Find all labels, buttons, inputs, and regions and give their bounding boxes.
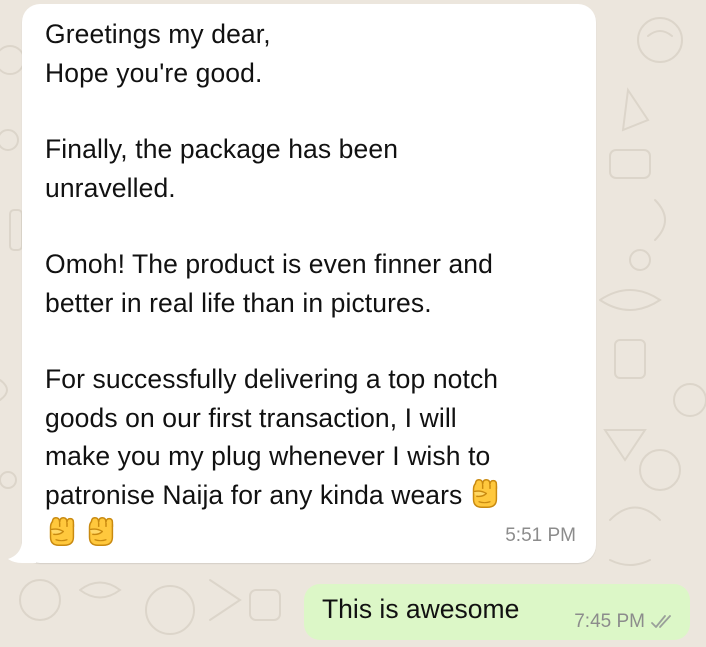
raised-fist-icon bbox=[473, 478, 498, 508]
message-line-with-emoji: patronise Naija for any kinda wears bbox=[45, 476, 575, 515]
outgoing-message-bubble[interactable]: This is awesome 7:45 PM bbox=[304, 584, 690, 640]
outgoing-message-meta: 7:45 PM bbox=[574, 611, 676, 633]
message-line: make you my plug whenever I wish to bbox=[45, 441, 491, 471]
chat-screen: { "chat": { "incoming": { "paragraphs": … bbox=[0, 0, 706, 647]
incoming-message-bubble[interactable]: Greetings my dear, Hope you're good. Fin… bbox=[8, 4, 596, 563]
message-line: Omoh! The product is even finner and bbox=[45, 249, 493, 279]
raised-fist-icon bbox=[88, 517, 114, 546]
double-check-icon bbox=[651, 615, 671, 628]
bubble-tail-icon bbox=[8, 543, 36, 563]
message-line: goods on our first transaction, I will bbox=[45, 402, 457, 433]
message-line: Finally, the package has been bbox=[45, 134, 399, 164]
message-timestamp: 7:45 PM bbox=[574, 611, 645, 632]
incoming-message-text: Greetings my dear, Hope you're good. Fin… bbox=[45, 15, 575, 552]
message-line: For successfully delivering a top notch bbox=[45, 364, 499, 394]
message-timestamp: 5:51 PM bbox=[505, 525, 576, 546]
message-line: Greetings my dear, bbox=[45, 19, 271, 49]
message-line: unravelled. bbox=[45, 172, 176, 203]
raised-fist-icon bbox=[49, 517, 75, 546]
message-paragraph-1: Greetings my dear, Hope you're good. bbox=[45, 15, 575, 92]
message-paragraph-3: Omoh! The product is even finner and bet… bbox=[45, 245, 575, 322]
message-line: better in real life than in pictures. bbox=[45, 287, 432, 318]
emoji-row bbox=[45, 514, 575, 552]
outgoing-message-text: This is awesome bbox=[322, 594, 520, 624]
message-paragraph-4: For successfully delivering a top notch … bbox=[45, 360, 575, 552]
message-line-text: patronise Naija for any kinda wears bbox=[45, 479, 463, 510]
message-line: Hope you're good. bbox=[45, 57, 263, 88]
message-paragraph-2: Finally, the package has been unravelled… bbox=[45, 130, 575, 207]
